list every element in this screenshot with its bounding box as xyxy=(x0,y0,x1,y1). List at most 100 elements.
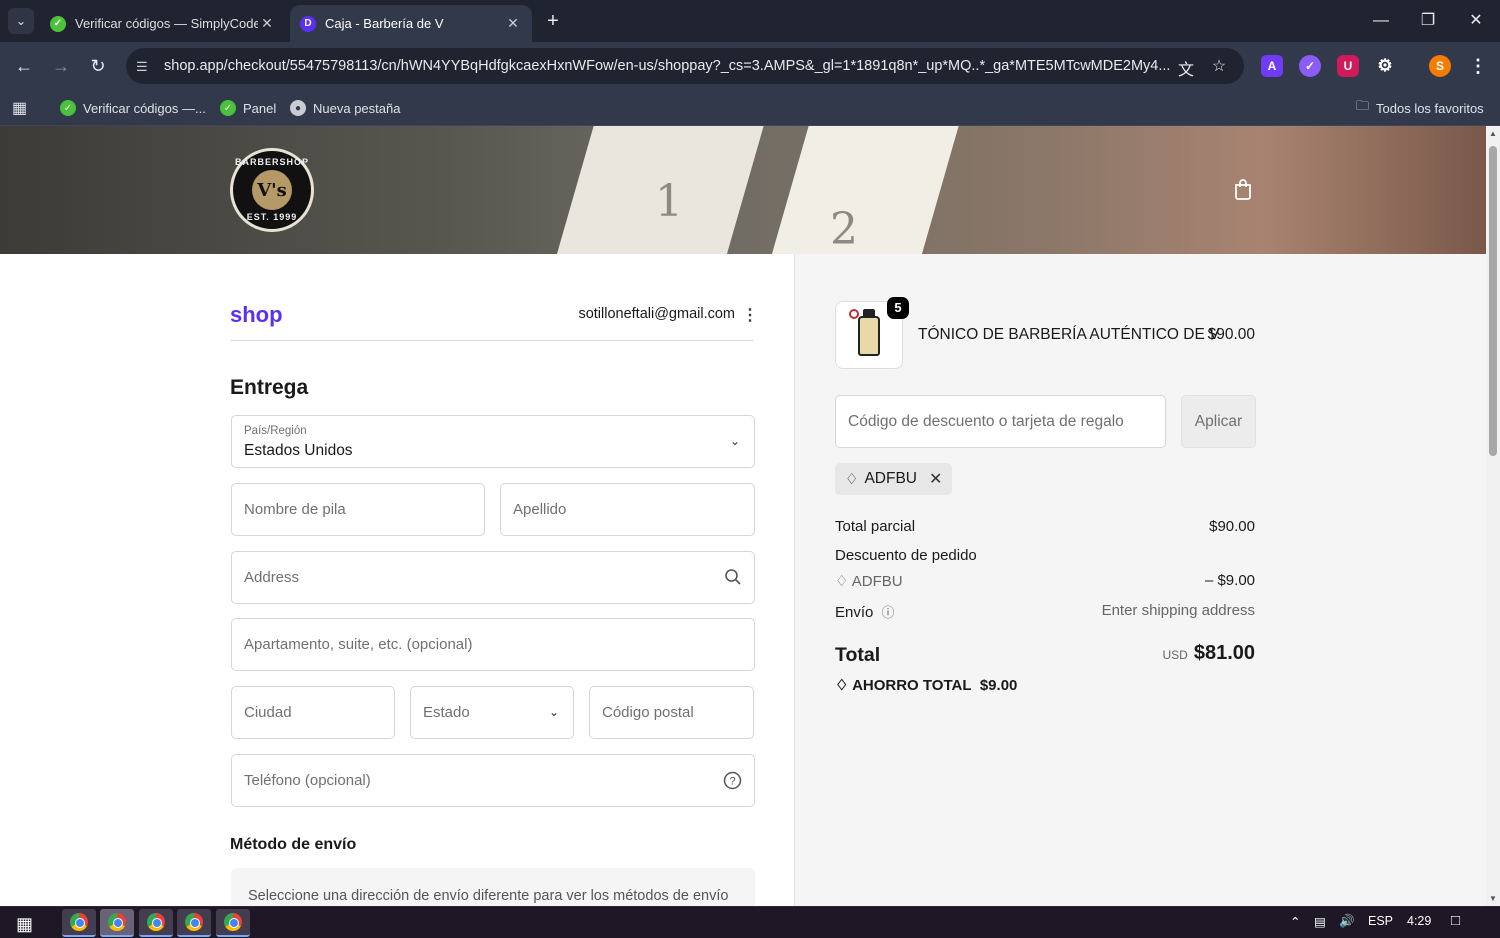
applied-discount-chip: ♢ ADFBU ✕ xyxy=(835,463,953,495)
order-discount-row: Descuento de pedido xyxy=(835,547,1255,564)
remove-discount-icon[interactable]: ✕ xyxy=(929,469,942,489)
address-bar[interactable]: shop.app/checkout/55475798113/cn/hWN4YYB… xyxy=(126,48,1244,84)
taskbar-chrome-window[interactable] xyxy=(139,909,173,937)
shipping-label: Envío xyxy=(835,604,874,621)
tray-chevron-icon[interactable]: ⌃ xyxy=(1290,914,1300,929)
tab-search-button[interactable]: ⌄ xyxy=(8,8,34,34)
browser-chrome: ⌄ ✓ Verificar códigos — SimplyCodes ✕ D … xyxy=(0,0,1500,126)
store-logo[interactable]: BARBERSHOP V's EST. 1999 xyxy=(230,148,314,232)
volume-icon[interactable]: 🔊 xyxy=(1339,914,1355,929)
order-discount-value: – $9.00 xyxy=(1204,572,1255,589)
extension-icon[interactable]: ✓ xyxy=(1299,55,1321,77)
discount-code-input[interactable]: Código de descuento o tarjeta de regalo xyxy=(835,395,1166,448)
simplycodes-icon: ✓ xyxy=(220,100,236,116)
simplycodes-icon: ✓ xyxy=(50,15,66,32)
shipping-row: Envío ⓘ Enter shipping address xyxy=(835,602,1255,621)
minimize-icon[interactable]: — xyxy=(1368,8,1394,34)
chrome-icon xyxy=(147,913,165,931)
restore-icon[interactable]: ❐ xyxy=(1415,8,1441,34)
bookmark-label: Nueva pestaña xyxy=(313,100,401,116)
all-bookmarks-label: Todos los favoritos xyxy=(1376,100,1484,116)
bookmark-panel[interactable]: ✓ Panel xyxy=(220,96,276,120)
bookmark-new-tab[interactable]: ● Nueva pestaña xyxy=(290,96,400,120)
logo-text-center: V's xyxy=(252,170,292,210)
discount-placeholder: Código de descuento o tarjeta de regalo xyxy=(848,412,1124,430)
checkout-page: 1 2 BARBERSHOP V's EST. 1999 shop sotill… xyxy=(0,126,1486,906)
order-summary-content: 5 TÓNICO DE BARBERÍA AUTÉNTICO DE V $90.… xyxy=(0,254,1486,906)
tag-icon: ♢ xyxy=(835,573,852,590)
chrome-icon xyxy=(108,913,126,931)
shopping-bag-icon[interactable] xyxy=(1233,178,1253,200)
quantity-badge: 5 xyxy=(887,297,909,319)
shop-icon: D xyxy=(300,15,316,32)
order-discount-code: ADFBU xyxy=(851,573,903,590)
header-banner: 1 2 BARBERSHOP V's EST. 1999 xyxy=(0,126,1486,254)
scrollbar-thumb[interactable] xyxy=(1489,146,1497,456)
forward-icon[interactable]: → xyxy=(49,54,73,78)
notifications-icon[interactable]: □ xyxy=(1451,912,1460,929)
language-indicator[interactable]: ESP xyxy=(1368,914,1393,928)
apps-grid-icon[interactable]: ▦ xyxy=(12,96,27,120)
bookmark-star-icon[interactable]: ☆ xyxy=(1208,56,1230,76)
close-icon[interactable]: ✕ xyxy=(258,15,276,32)
subtotal-label: Total parcial xyxy=(835,518,916,535)
tab-title: Verificar códigos — SimplyCodes xyxy=(75,16,258,31)
translate-icon[interactable]: 文 xyxy=(1175,56,1197,79)
banner-image xyxy=(765,126,965,254)
clock[interactable]: 4:29 xyxy=(1407,914,1431,928)
taskbar-chrome-window[interactable] xyxy=(62,909,96,937)
product-price: $90.00 xyxy=(1207,326,1255,343)
tab-title: Caja - Barbería de V xyxy=(325,16,444,31)
new-tab-button[interactable]: + xyxy=(542,10,564,32)
all-bookmarks[interactable]: 🗀 Todos los favoritos xyxy=(1356,96,1484,120)
network-icon[interactable]: ▤ xyxy=(1314,914,1326,929)
total-savings: ♢ AHORRO TOTAL $9.00 xyxy=(835,676,1017,694)
scroll-down-icon[interactable]: ▼ xyxy=(1486,894,1500,903)
banner-decoration: 2 xyxy=(830,204,858,254)
bookmark-simplycodes[interactable]: ✓ Verificar códigos —... xyxy=(60,96,206,120)
product-decoration xyxy=(858,316,880,356)
menu-kebab-icon[interactable]: ⋮ xyxy=(1467,55,1489,77)
windows-start-icon[interactable]: ▦ xyxy=(16,914,38,934)
banner-decoration: 1 xyxy=(655,176,683,227)
taskbar-chrome-window[interactable] xyxy=(216,909,250,937)
profile-avatar[interactable]: S xyxy=(1429,55,1451,77)
reload-icon[interactable]: ↻ xyxy=(86,54,110,78)
bookmarks-bar: ▦ ✓ Verificar códigos —... ✓ Panel ● Nue… xyxy=(0,90,1500,126)
order-discount-label: Descuento de pedido xyxy=(835,547,977,564)
logo-text-bottom: EST. 1999 xyxy=(246,212,298,222)
toolbar: ← → ↻ shop.app/checkout/55475798113/cn/h… xyxy=(0,42,1500,90)
taskbar-chrome-window[interactable] xyxy=(100,909,134,937)
subtotal-value: $90.00 xyxy=(1209,518,1255,535)
folder-icon: 🗀 xyxy=(1356,98,1370,113)
site-info-icon[interactable]: ☰ xyxy=(136,59,152,74)
window-close-icon[interactable]: ✕ xyxy=(1463,8,1489,34)
extensions-puzzle-icon[interactable]: ⚙ xyxy=(1374,55,1396,77)
total-value: USD $81.00 xyxy=(1120,642,1255,665)
simplycodes-icon: ✓ xyxy=(60,100,76,116)
globe-icon: ● xyxy=(290,100,306,116)
total-label: Total xyxy=(835,644,881,666)
total-currency: USD xyxy=(1162,648,1188,662)
extension-a-icon[interactable]: A xyxy=(1261,55,1283,77)
tab-checkout[interactable]: D Caja - Barbería de V ✕ xyxy=(290,5,532,42)
back-icon[interactable]: ← xyxy=(12,54,36,78)
shield-extension-icon[interactable]: U xyxy=(1337,55,1359,77)
tag-icon: ♢ xyxy=(835,677,853,694)
taskbar-chrome-window[interactable] xyxy=(177,909,211,937)
url-text: shop.app/checkout/55475798113/cn/hWN4YYB… xyxy=(164,58,1171,74)
page-scrollbar[interactable]: ▲ ▼ xyxy=(1486,126,1500,906)
scroll-up-icon[interactable]: ▲ xyxy=(1486,129,1500,138)
tab-strip: ⌄ ✓ Verificar códigos — SimplyCodes ✕ D … xyxy=(0,0,1500,42)
tag-icon: ♢ xyxy=(845,471,859,488)
bookmark-label: Verificar códigos —... xyxy=(83,100,206,116)
tab-simplycodes[interactable]: ✓ Verificar códigos — SimplyCodes ✕ xyxy=(40,5,286,42)
taskbar: ▦ ⌃ ▤ 🔊 ESP 4:29 □ xyxy=(0,906,1500,938)
savings-value: $9.00 xyxy=(979,677,1018,694)
chrome-icon xyxy=(185,913,203,931)
apply-button[interactable]: Aplicar xyxy=(1181,395,1256,448)
bookmark-label: Panel xyxy=(243,100,277,116)
total-amount: $81.00 xyxy=(1193,642,1255,664)
help-icon[interactable]: ⓘ xyxy=(882,605,895,620)
close-icon[interactable]: ✕ xyxy=(504,15,522,32)
